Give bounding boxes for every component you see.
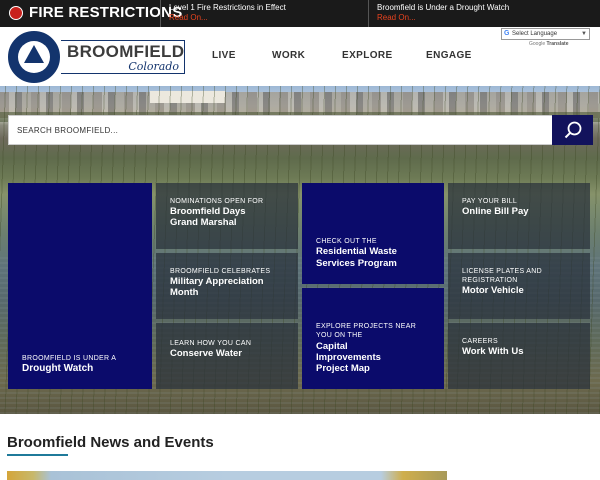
search-icon [564, 121, 582, 139]
tile-title: Military Appreciation [170, 276, 264, 287]
tile-residential-waste[interactable]: CHECK OUT THE Residential Waste Services… [302, 183, 444, 284]
tile-title: Online Bill Pay [462, 206, 529, 217]
alert-item-text: Level 1 Fire Restrictions in Effect [169, 3, 286, 12]
seal-mark [24, 45, 44, 63]
read-on-link[interactable]: Read On... [377, 13, 509, 23]
chevron-down-icon: ▼ [581, 31, 587, 37]
tile-title: Residential Waste [316, 246, 397, 257]
tile-motor-vehicle[interactable]: LICENSE PLATES AND REGISTRATION Motor Ve… [448, 253, 590, 319]
broomfield-wordmark[interactable]: BROOMFIELD Colorado [61, 40, 185, 74]
divider [160, 0, 161, 27]
tile-kicker: REGISTRATION [462, 277, 518, 284]
tile-title: Grand Marshal [170, 217, 237, 228]
tile-title: Conserve Water [170, 348, 242, 359]
tile-kicker: LEARN HOW YOU CAN [170, 340, 252, 347]
read-on-link[interactable]: Read On... [169, 13, 286, 23]
tile-title: Drought Watch [22, 363, 94, 374]
tile-conserve-water[interactable]: LEARN HOW YOU CAN Conserve Water [156, 323, 298, 389]
tile-title: Work With Us [462, 346, 524, 357]
nav-explore[interactable]: EXPLORE [342, 50, 393, 61]
nav-live[interactable]: LIVE [212, 50, 236, 61]
search-box [8, 115, 553, 145]
search-input[interactable] [9, 116, 552, 144]
tile-kicker: PAY YOUR BILL [462, 198, 518, 205]
news-heading: Broomfield News and Events [7, 434, 214, 451]
tile-kicker: NOMINATIONS OPEN FOR [170, 198, 264, 205]
google-translate-widget: G Select Language ▼ Google Translate [501, 27, 591, 47]
divider [368, 0, 369, 27]
tile-grand-marshal[interactable]: NOMINATIONS OPEN FOR Broomfield Days Gra… [156, 183, 298, 249]
tile-kicker: BROOMFIELD IS UNDER A [22, 355, 117, 362]
powered-by-google: Google [529, 41, 546, 47]
tile-kicker: YOU ON THE [316, 332, 363, 339]
powered-by: Google Translate [529, 41, 568, 47]
tile-title: Project Map [316, 363, 370, 374]
alert-item[interactable]: Broomfield is Under a Drought Watch Read… [377, 3, 509, 23]
tile-military-appreciation[interactable]: BROOMFIELD CELEBRATES Military Appreciat… [156, 253, 298, 319]
translate-label[interactable]: Translate [547, 41, 569, 47]
tile-kicker: CAREERS [462, 338, 498, 345]
tile-work-with-us[interactable]: CAREERS Work With Us [448, 323, 590, 389]
tile-drought-watch[interactable]: BROOMFIELD IS UNDER A Drought Watch [8, 183, 152, 389]
news-featured-image[interactable] [7, 471, 447, 480]
search-button[interactable] [552, 115, 593, 145]
heading-underline [7, 454, 68, 456]
tile-kicker: LICENSE PLATES AND [462, 268, 542, 275]
logo-sub-text: Colorado [128, 60, 179, 73]
nav-engage[interactable]: ENGAGE [426, 50, 472, 61]
tile-title: Broomfield Days [170, 206, 246, 217]
site-header: BROOMFIELD Colorado LIVE WORK EXPLORE EN… [0, 27, 600, 86]
tile-online-bill-pay[interactable]: PAY YOUR BILL Online Bill Pay [448, 183, 590, 249]
alert-item-text: Broomfield is Under a Drought Watch [377, 3, 510, 12]
google-icon: G [504, 30, 510, 37]
tile-capital-improvements[interactable]: EXPLORE PROJECTS NEAR YOU ON THE Capital… [302, 288, 444, 389]
tile-title: Capital [316, 341, 348, 352]
alert-bar: FIRE RESTRICTIONS Level 1 Fire Restricti… [0, 0, 600, 27]
tile-kicker: BROOMFIELD CELEBRATES [170, 268, 271, 275]
city-seal-logo[interactable] [8, 31, 60, 83]
tile-title: Services Program [316, 258, 397, 269]
logo-main-text: BROOMFIELD [67, 42, 185, 61]
tile-title: Month [170, 287, 199, 298]
nav-work[interactable]: WORK [272, 50, 305, 61]
tile-kicker: CHECK OUT THE [316, 238, 377, 245]
language-select-label: Select Language [512, 31, 558, 37]
tile-title: Improvements [316, 352, 381, 363]
alert-icon [9, 6, 23, 20]
tile-kicker: EXPLORE PROJECTS NEAR [316, 323, 417, 330]
alert-item[interactable]: Level 1 Fire Restrictions in Effect Read… [169, 3, 286, 23]
tile-title: Motor Vehicle [462, 285, 524, 296]
language-select[interactable]: G Select Language ▼ [501, 28, 590, 40]
